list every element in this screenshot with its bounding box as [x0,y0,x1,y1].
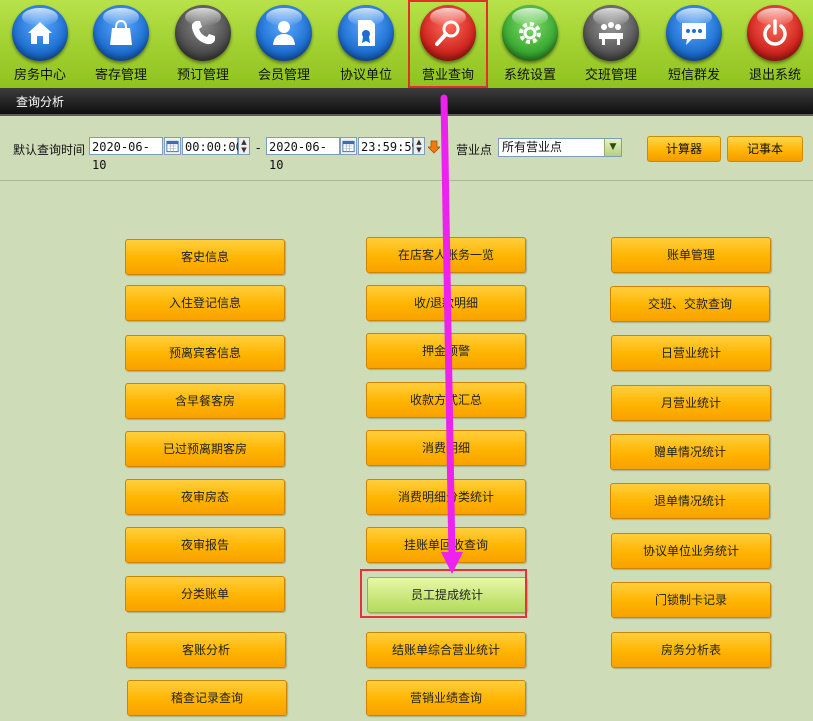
nav-label: 系统设置 [503,68,556,83]
function-button[interactable]: 押金预警 [366,333,526,369]
function-button[interactable]: 收/退款明细 [366,285,526,321]
function-button[interactable]: 房务分析表 [611,632,771,668]
function-button[interactable]: 入住登记信息 [125,285,285,321]
end-date-input[interactable]: 2020-06-10 [266,137,340,172]
main-toolbar: 房务中心 寄存管理 预订管理 会员管理 协议单位 营业查询 系统设置 交班管理 … [0,0,813,88]
person-icon [256,5,312,61]
bag-icon [93,5,149,61]
nav-system-settings[interactable]: 系统设置 [490,0,570,88]
power-icon [747,5,803,61]
function-button[interactable]: 客账分析 [126,632,286,668]
nav-business-query[interactable]: 营业查询 [408,0,488,88]
certificate-icon [338,5,394,61]
filter-bar: 默认查询时间 2020-06-10 00:00:00 ▲ ▼ - 2020-06-… [0,116,813,181]
function-button[interactable]: 交班、交款查询 [610,286,770,322]
range-dash: - [256,141,261,155]
function-button[interactable]: 协议单位业务统计 [611,533,771,569]
nav-label: 寄存管理 [94,68,147,83]
function-button[interactable]: 收款方式汇总 [366,382,526,418]
function-button[interactable]: 夜审房态 [125,479,285,515]
function-button[interactable]: 预离宾客信息 [125,335,285,371]
default-time-label: 默认查询时间 [13,143,86,157]
house-icon [12,5,68,61]
nav-member[interactable]: 会员管理 [244,0,324,88]
function-button[interactable]: 结账单综合营业统计 [366,632,526,668]
function-button[interactable]: 夜审报告 [125,527,285,563]
function-button[interactable]: 消费明细 [366,430,526,466]
function-button[interactable]: 退单情况统计 [610,483,770,519]
end-time-input[interactable]: 23:59:59 [358,137,419,155]
function-button[interactable]: 稽查记录查询 [127,680,287,716]
outlet-label: 营业点 [456,143,493,157]
gear-icon [502,5,558,61]
phone-icon [175,5,231,61]
function-button[interactable]: 赠单情况统计 [610,434,770,470]
function-button[interactable]: 日营业统计 [611,335,771,371]
nav-label: 预订管理 [176,68,229,83]
outlet-select-value: 所有营业点 [502,140,563,154]
calendar-icon[interactable] [340,137,357,155]
magnifier-icon [420,5,476,61]
function-button[interactable]: 月营业统计 [611,385,771,421]
nav-sms-broadcast[interactable]: 短信群发 [654,0,734,88]
nav-label: 会员管理 [257,68,310,83]
nav-exit-system[interactable]: 退出系统 [735,0,813,88]
nav-label: 退出系统 [748,68,801,83]
start-date-input[interactable]: 2020-06-10 [89,137,163,172]
function-button[interactable]: 已过预离期客房 [125,431,285,467]
page-title: 查询分析 [16,95,65,109]
function-button[interactable]: 账单管理 [611,237,771,273]
highlight-box [360,569,527,618]
notepad-button[interactable]: 记事本 [727,136,803,162]
chevron-down-icon[interactable]: ▼ [604,139,621,156]
function-button[interactable]: 分类账单 [125,576,285,612]
nav-label: 房务中心 [13,68,66,83]
calendar-icon[interactable] [164,137,181,155]
nav-reservation[interactable]: 预订管理 [163,0,243,88]
function-button[interactable]: 客史信息 [125,239,285,275]
nav-room-center[interactable]: 房务中心 [0,0,80,88]
function-button[interactable]: 在店客人账务一览 [366,237,526,273]
end-time-spinner[interactable]: ▲ ▼ [413,137,425,155]
message-icon [666,5,722,61]
arrow-down-icon[interactable] [427,139,441,154]
function-button[interactable]: 挂账单回收查询 [366,527,526,563]
nav-shift-management[interactable]: 交班管理 [571,0,651,88]
nav-label: 协议单位 [339,68,392,83]
function-button[interactable]: 消费明细分类统计 [366,479,526,515]
nav-storage[interactable]: 寄存管理 [81,0,161,88]
outlet-select[interactable]: 所有营业点 ▼ [498,138,622,157]
start-time-input[interactable]: 00:00:00 [182,137,243,155]
function-button[interactable]: 营销业绩查询 [366,680,526,716]
meeting-icon [583,5,639,61]
function-button[interactable]: 含早餐客房 [125,383,285,419]
function-button[interactable]: 门锁制卡记录 [611,582,771,618]
nav-label: 营业查询 [421,68,474,83]
section-title-bar: 查询分析 [0,88,813,116]
nav-agreement-unit[interactable]: 协议单位 [326,0,406,88]
nav-label: 交班管理 [584,68,637,83]
calculator-button[interactable]: 计算器 [647,136,721,162]
nav-label: 短信群发 [667,68,720,83]
start-time-spinner[interactable]: ▲ ▼ [238,137,250,155]
